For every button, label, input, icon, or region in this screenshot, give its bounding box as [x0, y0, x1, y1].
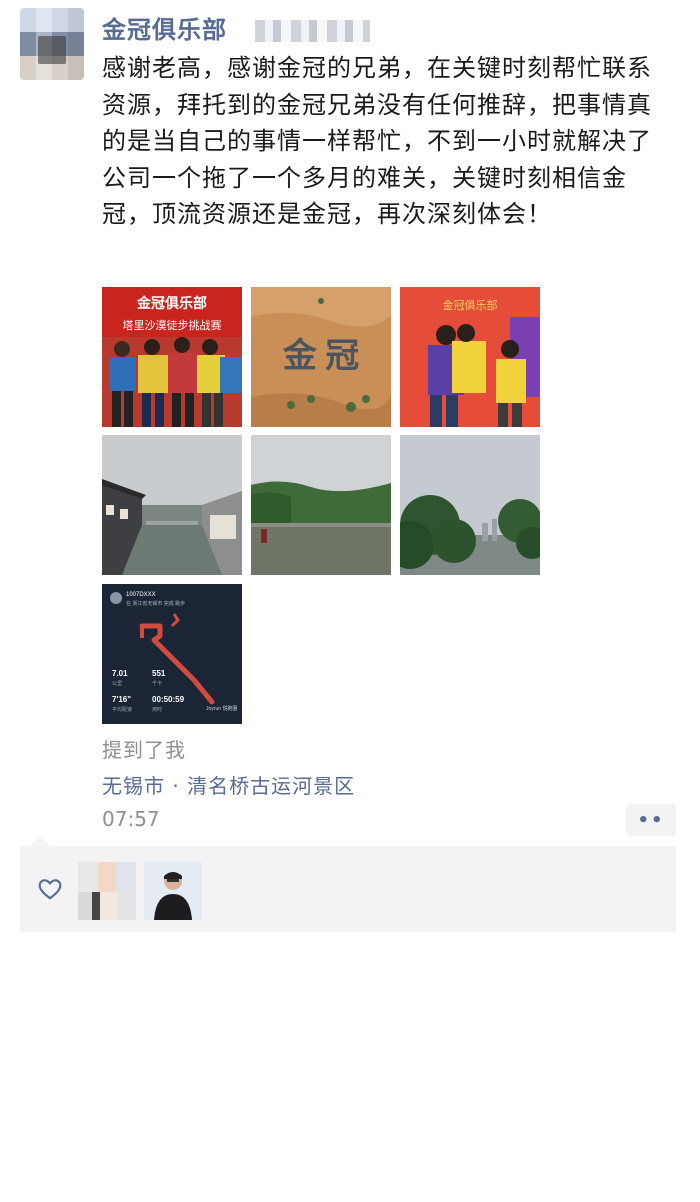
- likes-panel: [20, 836, 676, 932]
- photo-7-stat4-value: 00:50:59: [152, 695, 185, 704]
- photo-7-stat2-label: 千卡: [152, 680, 162, 687]
- photo-2-sand-text: 金 冠: [282, 336, 360, 375]
- photo-3-logo: 金冠俱乐部: [443, 298, 498, 312]
- photo-7-stat1-label: 公里: [112, 681, 122, 687]
- author-name-blurred: [255, 20, 370, 42]
- photo-7-stat3-value: 7'16": [112, 695, 131, 704]
- photo-7-brand: Joyrun 悦跑圈: [206, 705, 237, 712]
- photo-7-route-desc: 在 浙江省无锡市 完成 跑步: [126, 600, 185, 607]
- photo-7[interactable]: 1007DXXX 在 浙江省无锡市 完成 跑步 7.01 公里 551 千卡 7…: [102, 584, 242, 724]
- liker-avatar-2[interactable]: [144, 862, 202, 920]
- photo-6[interactable]: [400, 435, 540, 575]
- location-link[interactable]: 无锡市 · 清名桥古运河景区: [102, 770, 355, 799]
- photo-1-banner: 金冠俱乐部: [136, 295, 207, 311]
- author-name[interactable]: 金冠俱乐部: [102, 10, 227, 45]
- photo-3[interactable]: 金冠俱乐部: [400, 287, 540, 427]
- photo-5[interactable]: [251, 435, 391, 575]
- photo-4[interactable]: [102, 435, 242, 575]
- heart-outline-icon: [38, 879, 62, 900]
- photo-1[interactable]: 金冠俱乐部 塔里沙漠徒步挑战赛: [102, 287, 242, 427]
- photo-2[interactable]: 金 冠: [251, 287, 391, 427]
- photo-1-subtitle: 塔里沙漠徒步挑战赛: [123, 318, 222, 332]
- author-avatar[interactable]: [20, 8, 84, 80]
- photo-7-stat4-label: 用时: [152, 706, 162, 713]
- mentioned-me: 提到了我: [102, 738, 186, 762]
- post-time: 07:57: [102, 807, 160, 831]
- photo-7-stat1-value: 7.01: [112, 669, 128, 678]
- more-actions-button[interactable]: ••: [626, 804, 676, 836]
- photo-7-user: 1007DXXX: [126, 592, 156, 598]
- post-content: 感谢老高，感谢金冠的兄弟，在关键时刻帮忙联系资源，拜托到的金冠兄弟没有任何推辞，…: [102, 54, 652, 228]
- photo-7-stat3-label: 平均配速: [112, 706, 132, 713]
- photo-7-stat2-value: 551: [152, 669, 166, 678]
- liker-avatar-1[interactable]: [78, 862, 136, 920]
